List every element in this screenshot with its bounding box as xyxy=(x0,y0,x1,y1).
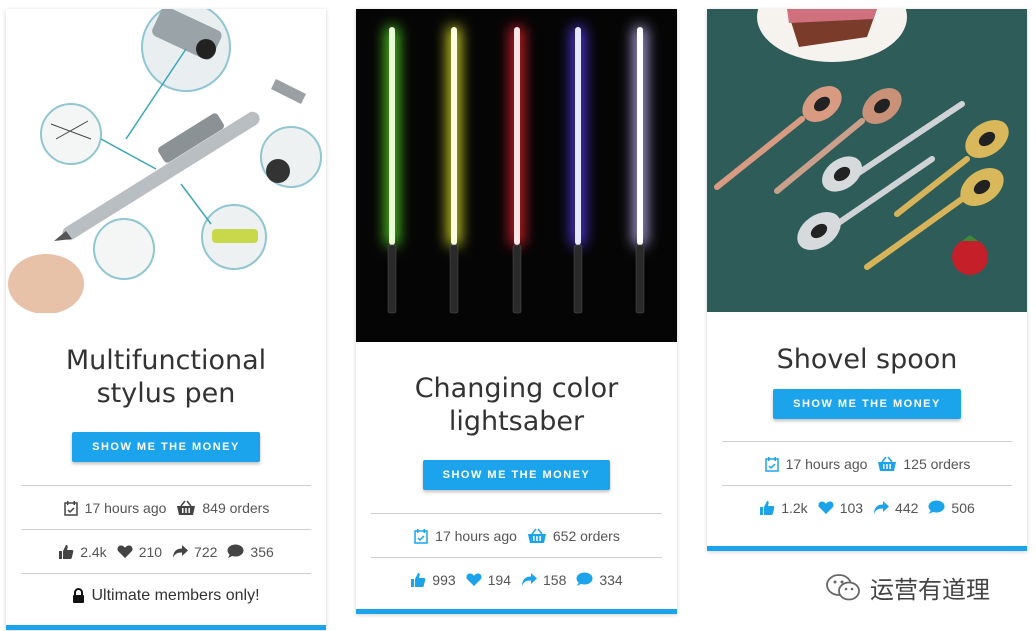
like-count: 1.2k xyxy=(781,499,808,516)
comment-count: 334 xyxy=(599,571,623,588)
heart-icon[interactable] xyxy=(117,544,133,559)
basket-icon xyxy=(877,456,897,472)
calendar-check-icon xyxy=(764,456,780,472)
basket-icon xyxy=(176,500,196,516)
wechat-icon xyxy=(826,573,862,603)
stats-row: 1.2k 103 442 506 xyxy=(722,485,1012,529)
calendar-check-icon xyxy=(63,500,79,516)
calendar-check-icon xyxy=(413,528,429,544)
product-image[interactable] xyxy=(707,9,1027,312)
meta-row: 17 hours ago 125 orders xyxy=(722,441,1012,485)
order-count: 125 orders xyxy=(903,455,971,472)
thumbs-up-icon[interactable] xyxy=(410,572,426,588)
like-count: 2.4k xyxy=(80,543,107,560)
share-icon[interactable] xyxy=(873,500,890,515)
post-time: 17 hours ago xyxy=(84,499,167,516)
heart-count: 210 xyxy=(138,543,163,560)
heart-icon[interactable] xyxy=(818,500,834,515)
stats-row: 993 194 158 334 xyxy=(371,557,662,601)
comment-count: 506 xyxy=(951,499,975,516)
order-count: 849 orders xyxy=(202,499,270,516)
lock-icon xyxy=(72,587,85,604)
basket-icon xyxy=(527,528,547,544)
comment-icon[interactable] xyxy=(576,572,593,587)
thumbs-up-icon[interactable] xyxy=(759,500,775,516)
show-me-the-money-button[interactable]: SHOW ME THE MONEY xyxy=(773,389,961,419)
share-count: 722 xyxy=(194,543,218,560)
product-title: Changing color lightsaber xyxy=(414,373,619,437)
watermark-text: 运营有道理 xyxy=(870,576,990,604)
order-count: 652 orders xyxy=(552,527,620,544)
heart-count: 194 xyxy=(487,571,511,588)
stats-row: 2.4k 210 722 356 xyxy=(21,529,311,573)
heart-count: 103 xyxy=(839,499,864,516)
product-card: Changing color lightsaber SHOW ME THE MO… xyxy=(356,9,677,614)
meta-row: 17 hours ago 652 orders xyxy=(371,513,662,557)
share-count: 442 xyxy=(895,499,919,516)
product-title: Multifunctional stylus pen xyxy=(65,345,267,409)
comment-count: 356 xyxy=(250,543,274,560)
thumbs-up-icon[interactable] xyxy=(58,544,74,560)
heart-icon[interactable] xyxy=(466,572,482,587)
product-title: Shovel spoon xyxy=(776,344,958,375)
product-image[interactable] xyxy=(356,9,677,342)
product-card: Multifunctional stylus pen SHOW ME THE M… xyxy=(6,9,326,630)
post-time: 17 hours ago xyxy=(435,527,517,544)
share-icon[interactable] xyxy=(172,544,189,559)
watermark: 运营有道理 xyxy=(826,570,990,605)
product-image[interactable] xyxy=(6,9,326,313)
comment-icon[interactable] xyxy=(928,500,945,515)
like-count: 993 xyxy=(432,571,456,588)
share-icon[interactable] xyxy=(521,572,537,587)
show-me-the-money-button[interactable]: SHOW ME THE MONEY xyxy=(72,432,260,462)
share-count: 158 xyxy=(543,571,567,588)
post-time: 17 hours ago xyxy=(785,455,868,472)
comment-icon[interactable] xyxy=(227,544,244,559)
members-row: Ultimate members only! xyxy=(21,573,311,617)
product-card: Shovel spoon SHOW ME THE MONEY 17 hours … xyxy=(707,9,1027,551)
show-me-the-money-button[interactable]: SHOW ME THE MONEY xyxy=(422,460,611,490)
meta-row: 17 hours ago 849 orders xyxy=(21,485,311,529)
members-only-note: Ultimate members only! xyxy=(91,586,260,604)
